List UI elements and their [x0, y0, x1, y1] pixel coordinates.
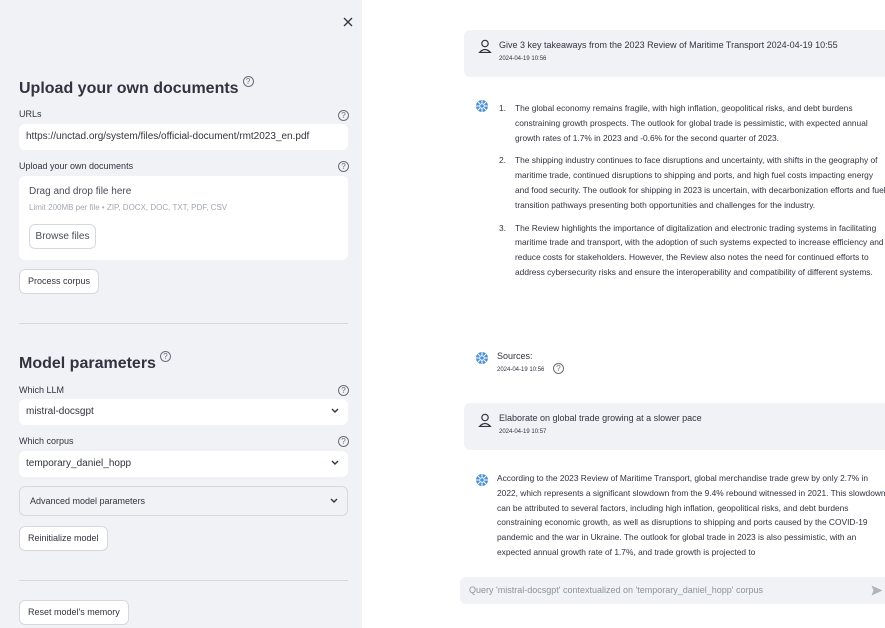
close-icon[interactable] — [340, 14, 356, 30]
list-item: 1. The global economy remains fragile, w… — [499, 103, 868, 143]
help-icon[interactable]: ? — [338, 110, 349, 121]
chevron-down-icon — [331, 399, 339, 414]
chevron-down-icon — [330, 487, 338, 504]
sidebar: Upload your own documents? URLs ? https:… — [0, 0, 362, 628]
user-icon — [478, 39, 492, 53]
message-time: 2024-04-19 10:57 — [499, 429, 547, 435]
assistant-icon — [476, 352, 488, 364]
help-icon[interactable]: ? — [338, 436, 349, 447]
file-dropzone[interactable]: Drag and drop file here Limit 200MB per … — [19, 176, 348, 260]
chevron-down-icon — [331, 451, 339, 466]
divider — [19, 580, 348, 581]
list-item: 3. The Review highlights the importance … — [499, 222, 884, 277]
user-message: Give 3 key takeaways from the 2023 Revie… — [464, 30, 885, 77]
reinitialize-model-button[interactable]: Reinitialize model — [19, 526, 108, 551]
assistant-icon — [476, 474, 488, 486]
chat-area: Give 3 key takeaways from the 2023 Revie… — [362, 0, 885, 628]
llm-label: Which LLM — [19, 385, 65, 395]
corpus-label: Which corpus — [19, 436, 74, 446]
answer-list: 1. The global economy remains fragile, w… — [499, 101, 885, 288]
message-text: Give 3 key takeaways from the 2023 Revie… — [499, 40, 838, 50]
dropzone-limit: Limit 200MB per file • ZIP, DOCX, DOC, T… — [29, 203, 228, 212]
chat-input[interactable]: Query 'mistral-docsgpt' contextualized o… — [460, 577, 885, 604]
upload-label: Upload your own documents — [19, 161, 134, 171]
assistant-icon — [476, 100, 488, 112]
help-icon[interactable]: ? — [338, 385, 349, 396]
advanced-parameters-expander[interactable]: Advanced model parameters — [19, 486, 348, 516]
llm-select[interactable]: mistral-docsgpt — [19, 399, 348, 425]
message-text: Elaborate on global trade growing at a s… — [499, 413, 702, 423]
process-corpus-button[interactable]: Process corpus — [19, 269, 100, 294]
assistant-message-text: According to the 2023 Review of Maritime… — [497, 473, 885, 557]
upload-section-title: Upload your own documents? — [19, 76, 254, 98]
chat-input-placeholder: Query 'mistral-docsgpt' contextualized o… — [469, 585, 764, 595]
urls-input[interactable]: https://unctad.org/system/files/official… — [19, 124, 348, 150]
help-icon[interactable]: ? — [242, 76, 254, 87]
user-message: Elaborate on global trade growing at a s… — [464, 403, 885, 450]
dropzone-title: Drag and drop file here — [29, 186, 132, 197]
reset-memory-button[interactable]: Reset model's memory — [19, 600, 129, 625]
browse-files-button[interactable]: Browse files — [29, 224, 96, 249]
divider — [19, 323, 348, 324]
corpus-select[interactable]: temporary_daniel_hopp — [19, 451, 348, 477]
send-icon[interactable] — [871, 585, 883, 596]
list-item: 2. The shipping industry continues to fa… — [499, 155, 885, 210]
urls-label: URLs — [19, 109, 42, 119]
help-icon[interactable]: ? — [159, 351, 171, 362]
help-icon[interactable]: ? — [553, 363, 564, 374]
model-section-title: Model parameters? — [19, 351, 171, 373]
message-time: 2024-04-19 10:56 — [499, 56, 547, 62]
user-icon — [478, 413, 492, 427]
help-icon[interactable]: ? — [338, 161, 349, 172]
message-time: 2024-04-19 10:56 — [497, 367, 545, 373]
sources-label: Sources: — [497, 351, 533, 361]
